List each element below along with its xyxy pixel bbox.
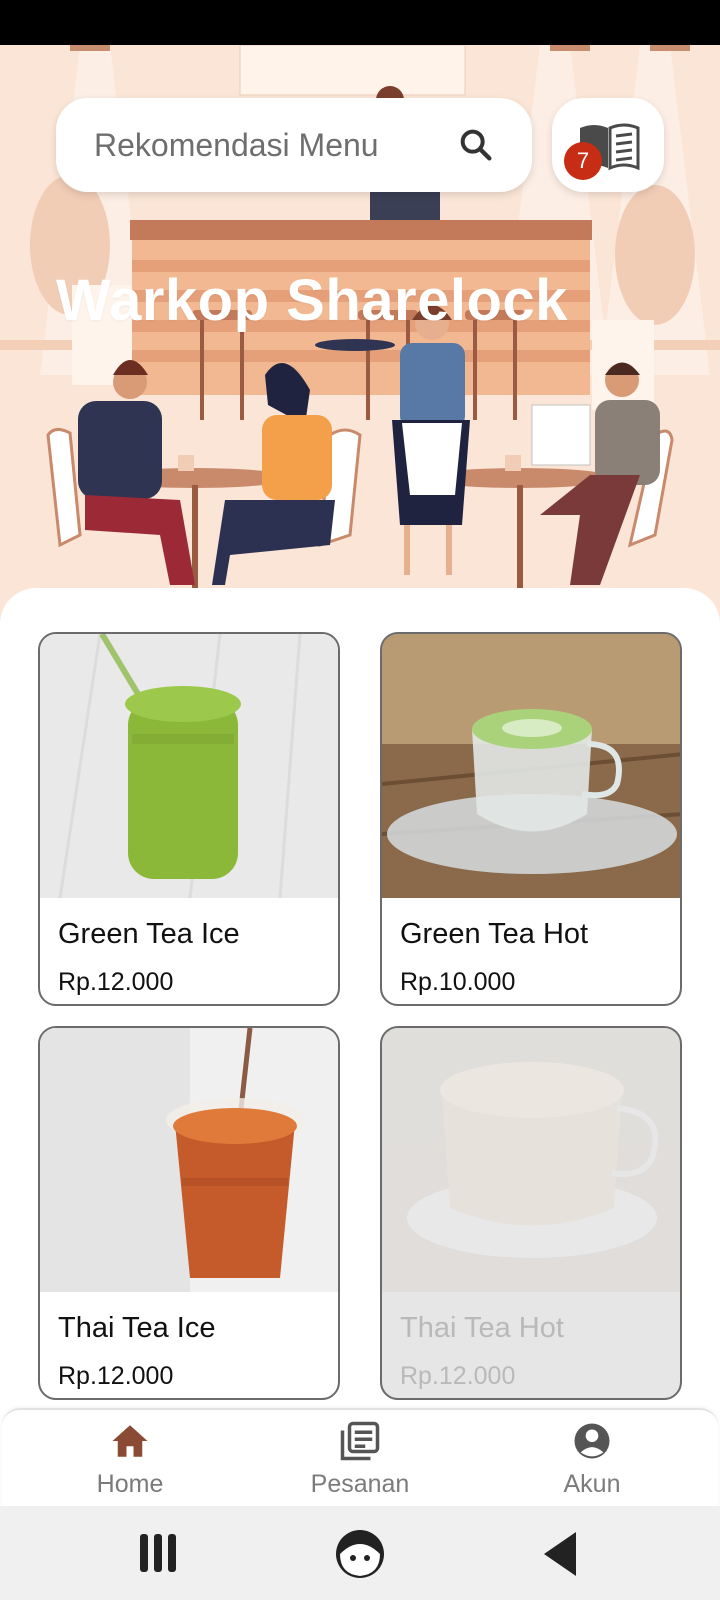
product-name: Thai Tea Hot xyxy=(400,1312,564,1344)
product-card[interactable]: Thai Tea Hot Rp.12.000 xyxy=(380,1026,682,1400)
product-card[interactable]: Thai Tea Ice Rp.12.000 xyxy=(38,1026,340,1400)
cart-button[interactable]: 7 xyxy=(552,98,664,192)
product-name: Green Tea Ice xyxy=(58,918,240,950)
product-card[interactable]: Green Tea Ice Rp.12.000 xyxy=(38,632,340,1006)
green-tea-ice-photo xyxy=(40,634,338,898)
product-price: Rp.12.000 xyxy=(58,968,174,996)
product-price: Rp.12.000 xyxy=(400,1362,516,1390)
product-card[interactable]: Green Tea Hot Rp.10.000 xyxy=(380,632,682,1006)
nav-pesanan[interactable]: Pesanan xyxy=(280,1420,440,1506)
system-navigation-bar xyxy=(0,1506,720,1600)
menu-grid: Green Tea Ice Rp.12.000 Green Tea Hot Rp… xyxy=(0,588,720,1408)
account-icon xyxy=(574,1423,610,1459)
home-assistant-icon[interactable] xyxy=(320,1524,400,1584)
recent-apps-icon[interactable] xyxy=(118,1524,198,1584)
nav-home[interactable]: Home xyxy=(50,1420,210,1506)
home-icon xyxy=(112,1425,148,1457)
product-price: Rp.10.000 xyxy=(400,968,516,996)
cart-badge: 7 xyxy=(564,142,602,180)
nav-akun-label: Akun xyxy=(563,1470,621,1498)
status-bar xyxy=(0,0,720,45)
green-tea-hot-photo xyxy=(382,634,680,898)
thai-tea-hot-photo xyxy=(382,1028,680,1292)
product-price: Rp.12.000 xyxy=(58,1362,174,1390)
nav-pesanan-label: Pesanan xyxy=(310,1470,410,1498)
search-placeholder: Rekomendasi Menu xyxy=(94,126,379,163)
nav-home-label: Home xyxy=(96,1470,164,1498)
search-icon[interactable] xyxy=(456,125,496,165)
search-input[interactable]: Rekomendasi Menu xyxy=(56,98,532,192)
nav-akun[interactable]: Akun xyxy=(512,1420,672,1506)
store-title: Warkop Sharelock xyxy=(56,268,568,333)
orders-icon xyxy=(340,1421,380,1461)
product-name: Thai Tea Ice xyxy=(58,1312,216,1344)
thai-tea-ice-photo xyxy=(40,1028,338,1292)
bottom-navigation: Home Pesanan Akun xyxy=(2,1408,718,1508)
back-icon[interactable] xyxy=(520,1524,600,1584)
product-name: Green Tea Hot xyxy=(400,918,589,950)
